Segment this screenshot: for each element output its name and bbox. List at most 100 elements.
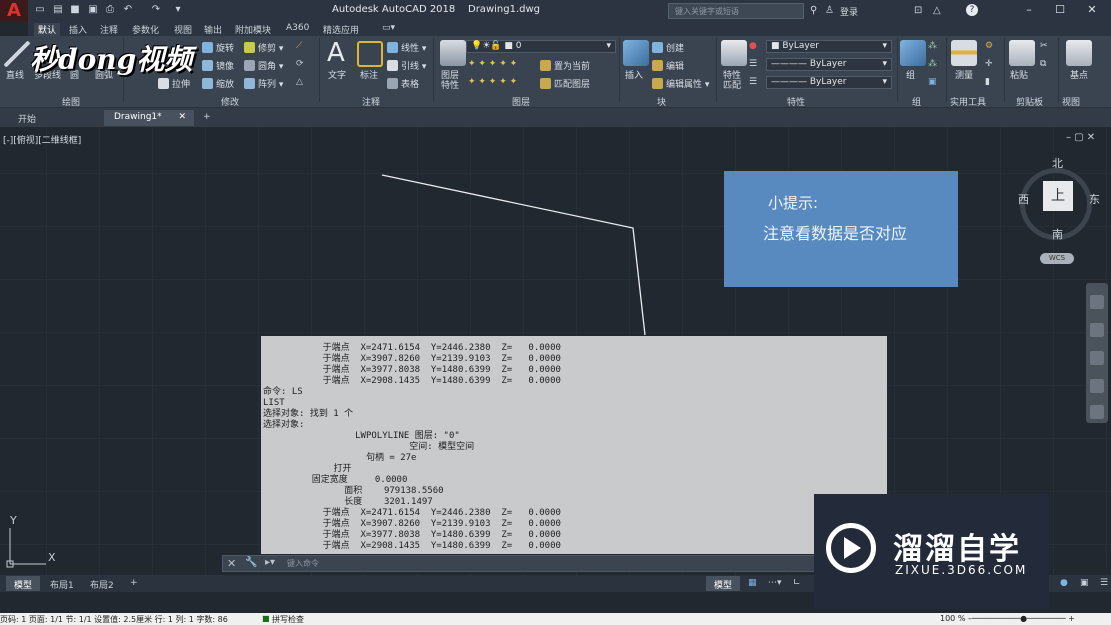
match-layer-button[interactable]: 匹配图层 (540, 77, 590, 90)
zoom-icon[interactable] (1090, 351, 1104, 365)
cut-icon[interactable]: ✂ (1040, 41, 1048, 51)
calculator-icon[interactable]: ⚙ (985, 41, 993, 51)
modify-panel-label[interactable]: 修改 (221, 95, 239, 108)
tab-more-icon[interactable]: ▭▾ (378, 23, 399, 33)
rotate-button[interactable]: 旋转 (202, 41, 234, 54)
edit-attributes-button[interactable]: 编辑属性 ▾ (652, 77, 709, 90)
color-icon[interactable]: ● (749, 41, 757, 51)
viewcube-east[interactable]: 东 (1089, 191, 1100, 207)
array-button[interactable]: 阵列 ▾ (244, 77, 283, 90)
point-icon[interactable]: ✛ (985, 59, 993, 69)
viewport-label[interactable]: [-][俯视][二维线框] (3, 133, 81, 146)
id-point-icon[interactable]: ▮ (985, 77, 990, 87)
close-button[interactable]: ✕ (1083, 3, 1101, 19)
help-icon[interactable]: ? (966, 4, 978, 16)
paste-button[interactable]: 粘贴 (1010, 68, 1028, 81)
user-icon[interactable]: ♙ (825, 5, 834, 16)
tab-view[interactable]: 视图 (170, 23, 196, 36)
scale-button[interactable]: 缩放 (202, 77, 234, 90)
tab-default[interactable]: 默认 (34, 23, 61, 36)
binoculars-icon[interactable]: ⚲ (810, 5, 817, 16)
line-icon[interactable] (4, 41, 30, 67)
viewport-controls[interactable]: – ▢ ✕ (1066, 132, 1095, 143)
linear-button[interactable]: 线性 ▾ (387, 41, 426, 54)
zoom-slider[interactable]: –──────────●──────── + (968, 614, 1075, 623)
search-input[interactable]: 键入关键字或短语 (668, 3, 804, 19)
match-properties-icon[interactable] (721, 40, 747, 66)
leader-button[interactable]: 引线 ▾ (387, 59, 426, 72)
groups-panel-label[interactable]: 组 (912, 95, 921, 108)
cmd-prompt-icon[interactable]: ▸▾ (265, 557, 275, 568)
cart-icon[interactable]: ⊡ (914, 5, 922, 16)
maximize-button[interactable]: ☐ (1051, 3, 1069, 19)
save-icon[interactable]: ■ (69, 4, 81, 16)
tab-layout2[interactable]: 布局2 (82, 576, 122, 591)
showmotion-icon[interactable] (1090, 405, 1104, 419)
copy-clip-icon[interactable]: ⧉ (1040, 59, 1046, 69)
linetype-icon[interactable]: ☰ (749, 77, 757, 87)
spell-check-icon[interactable]: ■ (262, 614, 270, 623)
saveas-icon[interactable]: ▣ (87, 4, 99, 16)
lineweight-icon[interactable]: ☰ (749, 59, 757, 69)
viewcube-north[interactable]: 北 (1052, 155, 1063, 171)
autocad-app-icon[interactable]: A (0, 0, 28, 22)
text-window[interactable]: 于端点 X=2471.6154 Y=2446.2380 Z= 0.0000 于端… (261, 336, 887, 554)
mirror-button[interactable]: 镜像 (202, 59, 234, 72)
undo-icon[interactable]: ↶ (122, 4, 134, 16)
add-layout-button[interactable]: + (122, 576, 146, 591)
model-space-button[interactable]: 模型 (706, 576, 741, 591)
stretch-button[interactable]: 拉伸 (158, 77, 190, 90)
tab-a360[interactable]: A360 (282, 23, 313, 33)
text-button[interactable]: 文字 (328, 68, 346, 81)
tab-addins[interactable]: 附加模块 (231, 23, 275, 36)
offset-icon[interactable]: △ (296, 77, 303, 87)
wcs-menu[interactable]: WCS (1040, 253, 1074, 264)
group-button[interactable]: 组 (906, 68, 915, 81)
annotation-panel-label[interactable]: 注释 (362, 95, 380, 108)
insert-icon[interactable] (623, 40, 649, 66)
layer-properties-icon[interactable] (440, 40, 466, 66)
viewcube-south[interactable]: 南 (1052, 226, 1063, 242)
tab-layout1[interactable]: 布局1 (42, 576, 82, 591)
layers-panel-label[interactable]: 图层 (512, 95, 530, 108)
tab-start[interactable]: 开始 (8, 110, 98, 126)
a360-icon[interactable]: △ (933, 5, 941, 16)
zoom-level[interactable]: 100 % (940, 614, 965, 623)
viewcube-west[interactable]: 西 (1018, 191, 1029, 207)
line-button[interactable]: 直线 (6, 68, 24, 81)
layer-tools-icons[interactable]: ✦ ✦ ✦ ✦ ✦ (468, 59, 517, 69)
tab-featured-apps[interactable]: 精选应用 (319, 23, 363, 36)
erase-icon[interactable]: ⟋ (296, 41, 302, 51)
measure-button[interactable]: 测量 (955, 68, 973, 81)
minimize-button[interactable]: – (1020, 3, 1038, 19)
measure-icon[interactable] (951, 40, 977, 66)
cmd-close-icon[interactable]: ✕ (227, 557, 236, 570)
create-block-button[interactable]: 创建 (652, 41, 684, 54)
cmd-wrench-icon[interactable]: 🔧 (245, 557, 257, 568)
make-current-button[interactable]: 置为当前 (540, 59, 590, 72)
login-button[interactable]: 登录 (840, 5, 858, 18)
spell-check-label[interactable]: 拼写检查 (272, 614, 304, 625)
tab-model[interactable]: 模型 (6, 576, 41, 591)
orbit-icon[interactable] (1090, 379, 1104, 393)
layer-tools-icons-2[interactable]: ✦ ✦ ✦ ✦ ✦ (468, 77, 517, 87)
pan-icon[interactable] (1090, 323, 1104, 337)
new-icon[interactable]: ▭ (34, 4, 46, 16)
paste-icon[interactable] (1009, 40, 1035, 66)
group-icon[interactable] (900, 40, 926, 66)
command-input[interactable]: 键入命令 (287, 558, 319, 569)
text-icon[interactable]: A (327, 38, 345, 68)
tab-annotate[interactable]: 注释 (96, 23, 122, 36)
edit-block-button[interactable]: 编辑 (652, 59, 684, 72)
group-select-icon[interactable]: ▣ (928, 77, 937, 87)
print-icon[interactable]: ⎙ (104, 4, 116, 16)
close-tab-icon[interactable]: ✕ (178, 112, 186, 122)
insert-button[interactable]: 插入 (625, 68, 643, 81)
linetype-dropdown[interactable]: ———— ByLayer ▾ (766, 76, 892, 89)
base-point-button[interactable]: 基点 (1070, 68, 1088, 81)
tab-insert[interactable]: 插入 (65, 23, 91, 36)
viewcube-top[interactable]: 上 (1043, 181, 1073, 211)
tab-output[interactable]: 输出 (200, 23, 226, 36)
open-icon[interactable]: ▤ (52, 4, 64, 16)
customize-icon[interactable]: ☰ (1092, 576, 1111, 591)
